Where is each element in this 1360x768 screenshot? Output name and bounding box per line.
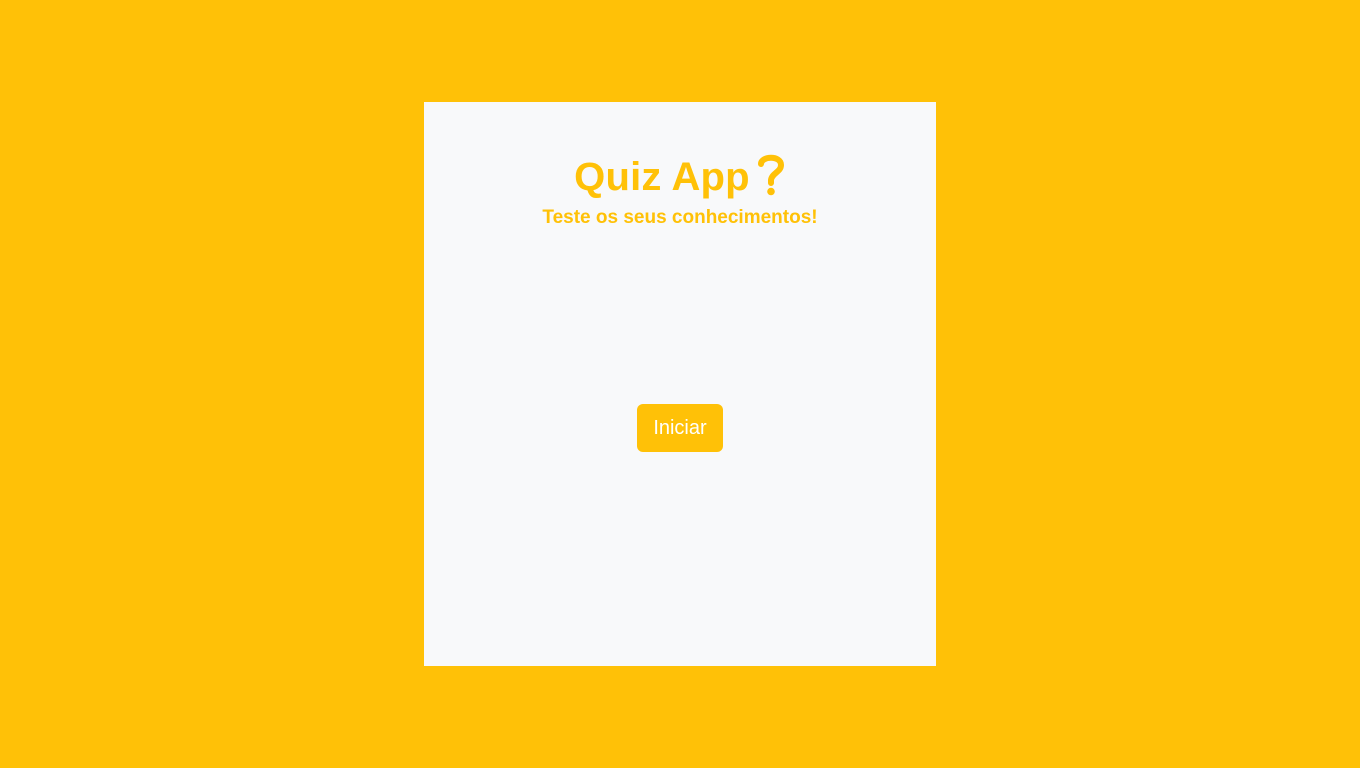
question-mark-icon — [756, 152, 786, 198]
title-row: Quiz App — [424, 152, 936, 202]
start-button[interactable]: Iniciar — [637, 404, 723, 452]
quiz-header: Quiz App Teste os seus conhecimentos! — [424, 152, 936, 231]
app-subtitle: Teste os seus conhecimentos! — [542, 207, 818, 228]
quiz-card: Quiz App Teste os seus conhecimentos! In… — [424, 102, 936, 666]
app-title: Quiz App — [574, 155, 750, 199]
